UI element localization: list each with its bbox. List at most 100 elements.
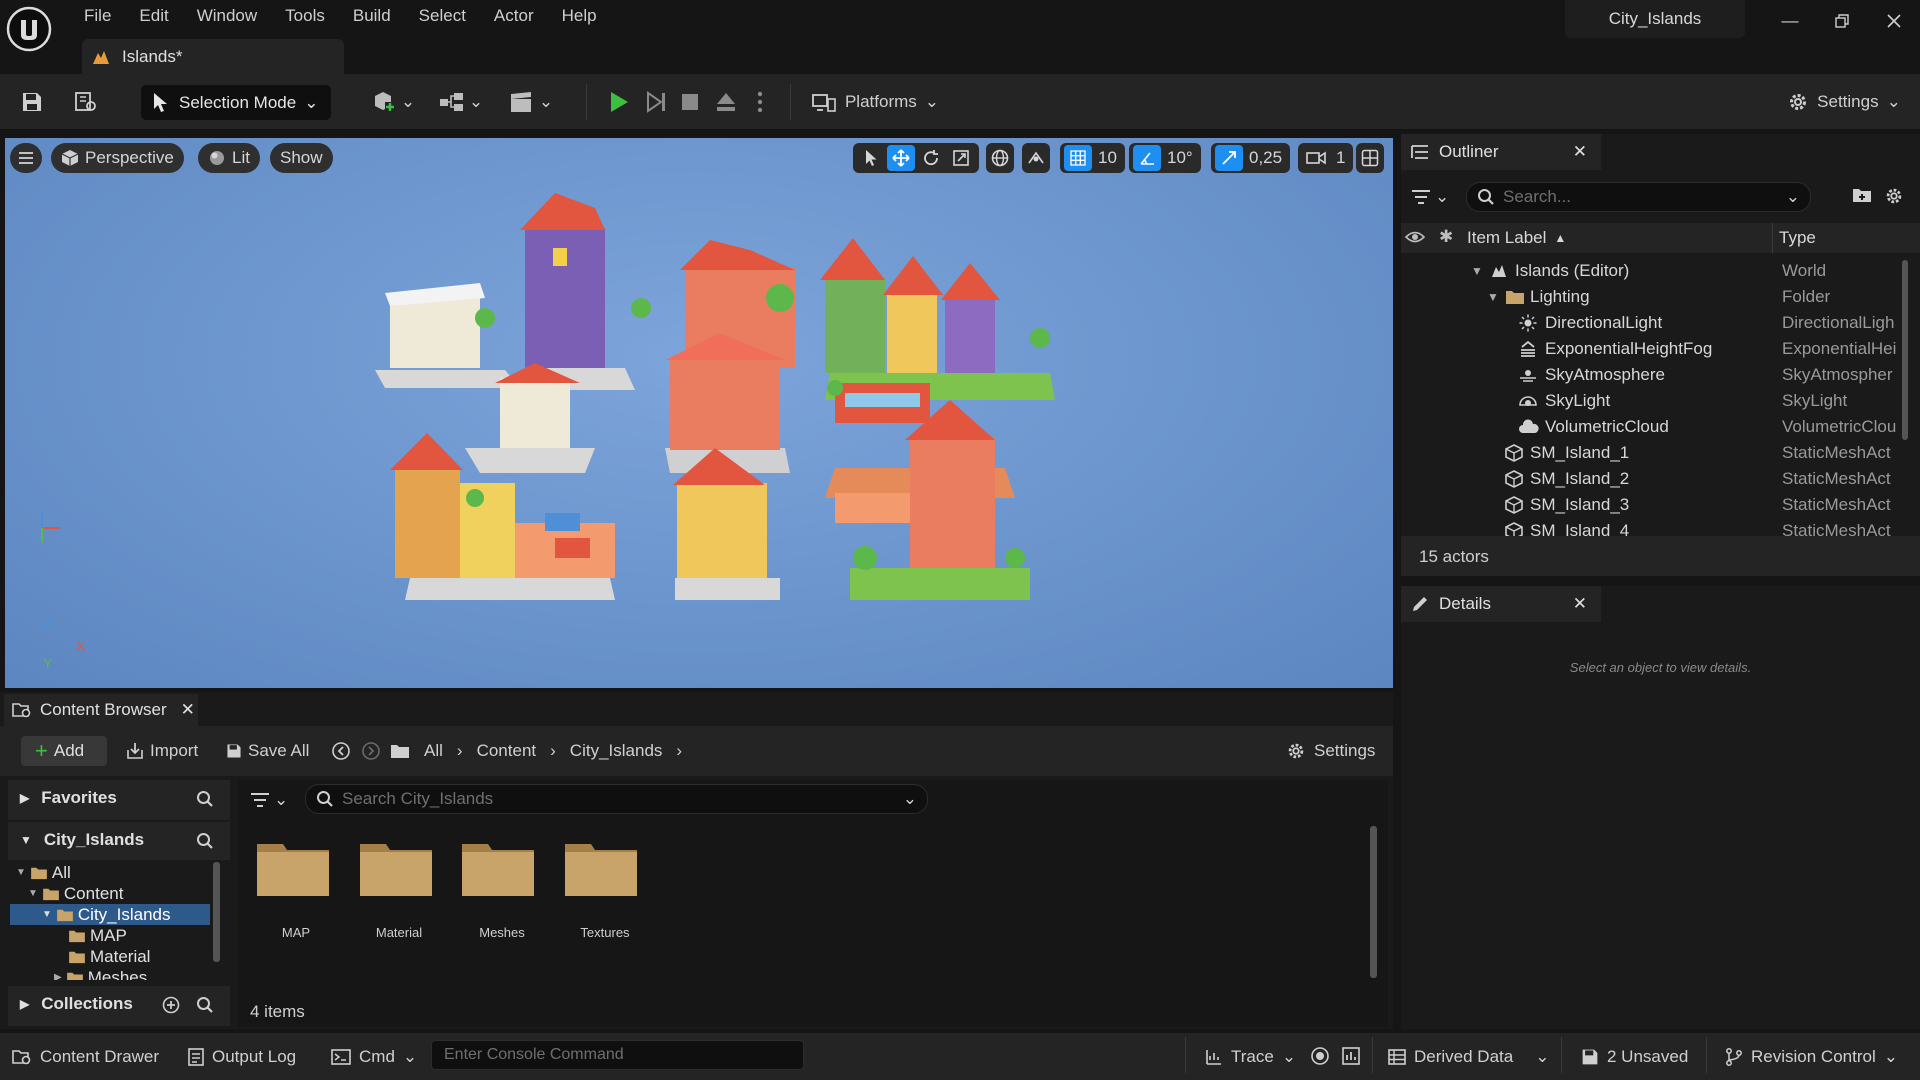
visibility-icon[interactable] (1405, 229, 1425, 245)
surface-snapping-toggle[interactable] (1022, 143, 1050, 173)
expand-arrow-icon[interactable]: ▼ (1487, 290, 1499, 304)
chevron-right-icon[interactable]: › (550, 741, 556, 761)
details-tab[interactable]: Details ✕ (1401, 586, 1601, 622)
add-collection-icon[interactable] (162, 996, 180, 1014)
import-button[interactable]: Import (126, 736, 198, 766)
outliner-search-input[interactable]: Search... ⌄ (1466, 182, 1811, 212)
close-icon[interactable] (1874, 8, 1914, 34)
expand-arrow-icon[interactable]: ▼ (16, 867, 26, 878)
favorites-section[interactable]: ▶ Favorites (20, 788, 117, 808)
add-actor-button[interactable]: ⌄ (368, 84, 418, 120)
menu-edit[interactable]: Edit (125, 0, 182, 32)
menu-file[interactable]: File (70, 0, 125, 32)
search-icon[interactable] (196, 832, 214, 850)
settings-dropdown[interactable]: Settings ⌄ (1784, 84, 1904, 120)
select-tool-icon[interactable] (857, 145, 885, 171)
tree-item-all[interactable]: ▼ All (10, 862, 210, 883)
chevron-right-icon[interactable]: › (676, 741, 682, 761)
search-icon[interactable] (196, 790, 214, 808)
chevron-right-icon[interactable]: › (457, 741, 463, 761)
scale-tool-icon[interactable] (947, 145, 975, 171)
perspective-button[interactable]: Perspective (51, 143, 184, 173)
asset-filter-button[interactable]: ⌄ (250, 785, 296, 815)
viewport-layout-button[interactable] (1356, 143, 1384, 173)
expand-arrow-icon[interactable]: ▼ (28, 888, 38, 899)
asset-folder-meshes[interactable] (460, 838, 536, 898)
derived-data-dropdown[interactable]: Derived Data ⌄ (1388, 1043, 1549, 1071)
outliner-row[interactable]: SM_Island_4 StaticMeshAct (1401, 518, 1901, 536)
record-icon[interactable] (1310, 1046, 1330, 1066)
cmd-dropdown[interactable]: Cmd ⌄ (331, 1043, 417, 1071)
show-button[interactable]: Show (270, 143, 333, 173)
level-viewport[interactable]: Z X Y (5, 138, 1393, 688)
breadcrumb-content[interactable]: Content (477, 741, 537, 761)
tree-item-city-islands[interactable]: ▼ City_Islands (10, 904, 210, 925)
selection-mode-dropdown[interactable]: Selection Mode ⌄ (141, 85, 331, 120)
unreal-logo[interactable] (6, 6, 52, 52)
add-button[interactable]: + Add (21, 736, 107, 766)
expand-arrow-icon[interactable]: ▶ (54, 972, 62, 980)
asset-scrollbar[interactable] (1370, 826, 1377, 978)
back-arrow-icon[interactable] (331, 741, 351, 761)
rotate-tool-icon[interactable] (917, 145, 945, 171)
eject-icon[interactable] (708, 84, 744, 120)
close-icon[interactable]: ✕ (1573, 594, 1587, 614)
menu-actor[interactable]: Actor (480, 0, 548, 32)
outliner-row[interactable]: SkyAtmosphere SkyAtmospher (1401, 362, 1901, 388)
outliner-row[interactable]: SM_Island_1 StaticMeshAct (1401, 440, 1901, 466)
tree-item-content[interactable]: ▼ Content (10, 883, 210, 904)
tree-scrollbar[interactable] (213, 862, 220, 962)
platforms-dropdown[interactable]: Platforms ⌄ (810, 84, 940, 120)
outliner-row[interactable]: ▼ Lighting Folder (1401, 284, 1901, 310)
revision-control-dropdown[interactable]: Revision Control ⌄ (1725, 1043, 1898, 1071)
breadcrumb-city-islands[interactable]: City_Islands (570, 741, 663, 761)
asset-folder-material[interactable] (358, 838, 434, 898)
close-icon[interactable]: ✕ (1573, 142, 1587, 162)
content-browser-tab[interactable]: Content Browser ✕ (4, 694, 198, 726)
more-options-icon[interactable] (748, 84, 772, 120)
collections-section[interactable]: ▶ Collections (20, 994, 133, 1014)
tree-item-map[interactable]: MAP (10, 925, 210, 946)
world-local-toggle[interactable] (986, 143, 1014, 173)
expand-arrow-icon[interactable]: ▼ (1471, 264, 1483, 278)
camera-speed-control[interactable]: 1 (1298, 143, 1354, 173)
outliner-tab[interactable]: Outliner ✕ (1401, 134, 1601, 170)
menu-window[interactable]: Window (183, 0, 271, 32)
city-islands-section[interactable]: ▼ City_Islands (20, 830, 144, 850)
minimize-icon[interactable]: — (1770, 8, 1810, 34)
menu-build[interactable]: Build (339, 0, 405, 32)
cinematics-button[interactable]: ⌄ (506, 84, 556, 120)
asset-search-input[interactable]: Search City_Islands ⌄ (305, 784, 928, 814)
grid-snap-control[interactable]: 10 (1060, 143, 1125, 173)
step-icon[interactable] (638, 84, 674, 120)
menu-help[interactable]: Help (548, 0, 611, 32)
menu-tools[interactable]: Tools (271, 0, 339, 32)
unsaved-button[interactable]: 2 Unsaved (1581, 1043, 1688, 1071)
rotation-snap-control[interactable]: 10° (1129, 143, 1201, 173)
move-tool-icon[interactable] (887, 145, 915, 171)
save-all-button[interactable]: Save All (226, 736, 309, 766)
console-command-input[interactable]: Enter Console Command (431, 1040, 804, 1070)
blueprint-button[interactable]: ⌄ (436, 84, 486, 120)
type-column-header[interactable]: Type (1779, 223, 1816, 253)
tree-item-material[interactable]: Material (10, 946, 210, 967)
document-tab[interactable]: Islands* (82, 39, 344, 75)
insights-icon[interactable] (1341, 1046, 1361, 1066)
restore-icon[interactable] (1822, 8, 1862, 34)
outliner-row[interactable]: VolumetricCloud VolumetricClou (1401, 414, 1901, 440)
gear-icon[interactable] (1884, 186, 1904, 206)
scale-snap-control[interactable]: 0,25 (1211, 143, 1291, 173)
content-settings-button[interactable]: Settings (1286, 736, 1375, 766)
expand-arrow-icon[interactable]: ▼ (42, 909, 52, 920)
play-icon[interactable] (601, 84, 637, 120)
pin-icon[interactable]: ✱ (1439, 227, 1453, 247)
forward-arrow-icon[interactable] (361, 741, 381, 761)
outliner-row[interactable]: ExponentialHeightFog ExponentialHei (1401, 336, 1901, 362)
viewport-menu-button[interactable] (10, 143, 42, 173)
close-icon[interactable]: ✕ (181, 700, 195, 720)
outliner-row[interactable]: SM_Island_3 StaticMeshAct (1401, 492, 1901, 518)
outliner-row[interactable]: DirectionalLight DirectionalLigh (1401, 310, 1901, 336)
filter-button[interactable]: ⌄ (1411, 182, 1461, 212)
save-icon[interactable] (14, 84, 50, 120)
asset-folder-textures[interactable] (563, 838, 639, 898)
